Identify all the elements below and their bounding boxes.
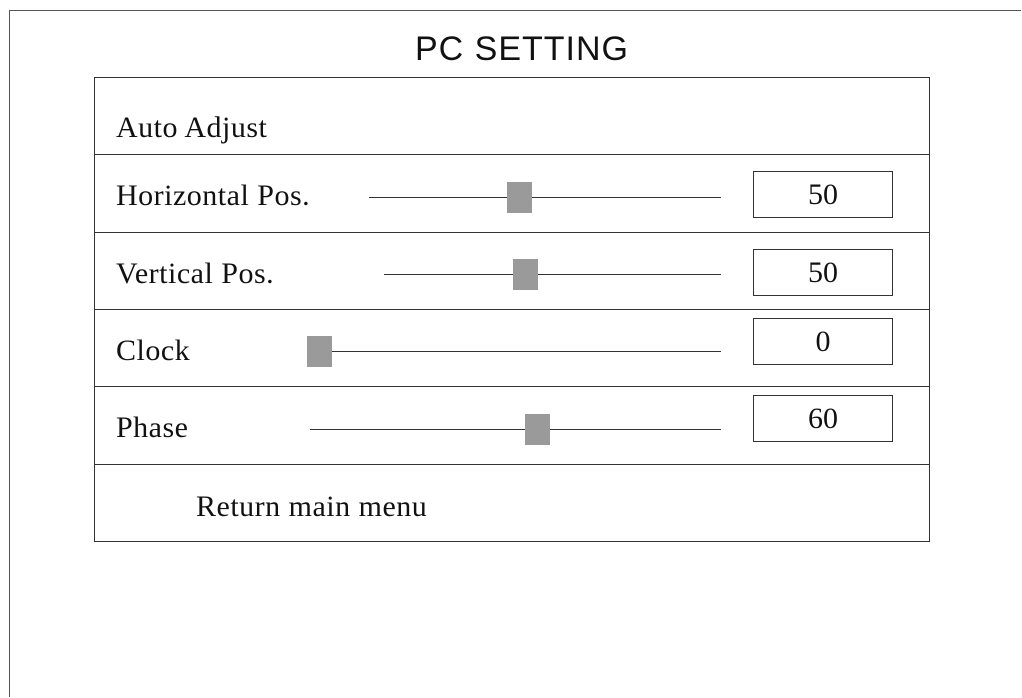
phase-slider-thumb[interactable]	[525, 414, 550, 445]
pc-setting-menu: Auto Adjust Horizontal Pos. 50 Vertical …	[94, 77, 930, 542]
clock-slider-thumb[interactable]	[307, 336, 332, 367]
auto-adjust-row[interactable]: Auto Adjust	[95, 78, 929, 155]
horizontal-pos-slider-thumb[interactable]	[507, 182, 532, 213]
vertical-pos-slider-track[interactable]	[384, 274, 721, 275]
horizontal-pos-row[interactable]: Horizontal Pos. 50	[95, 155, 929, 233]
page-title: PC SETTING	[414, 30, 630, 68]
horizontal-pos-value: 50	[753, 171, 893, 218]
horizontal-pos-label: Horizontal Pos.	[116, 179, 311, 212]
vertical-pos-row[interactable]: Vertical Pos. 50	[95, 233, 929, 310]
phase-label: Phase	[116, 411, 189, 444]
return-main-menu-row[interactable]: Return main menu	[95, 465, 929, 542]
vertical-pos-label: Vertical Pos.	[116, 257, 275, 290]
clock-label: Clock	[116, 334, 191, 367]
clock-row[interactable]: Clock 0	[95, 310, 929, 387]
auto-adjust-label: Auto Adjust	[116, 111, 268, 144]
vertical-pos-value: 50	[753, 249, 893, 296]
clock-value: 0	[753, 318, 893, 365]
clock-slider-track[interactable]	[307, 351, 721, 352]
phase-slider-track[interactable]	[310, 429, 721, 430]
phase-value: 60	[753, 395, 893, 442]
horizontal-pos-slider-track[interactable]	[369, 197, 721, 198]
return-main-menu-label: Return main menu	[196, 490, 428, 523]
vertical-pos-slider-thumb[interactable]	[513, 259, 538, 290]
phase-row[interactable]: Phase 60	[95, 387, 929, 465]
